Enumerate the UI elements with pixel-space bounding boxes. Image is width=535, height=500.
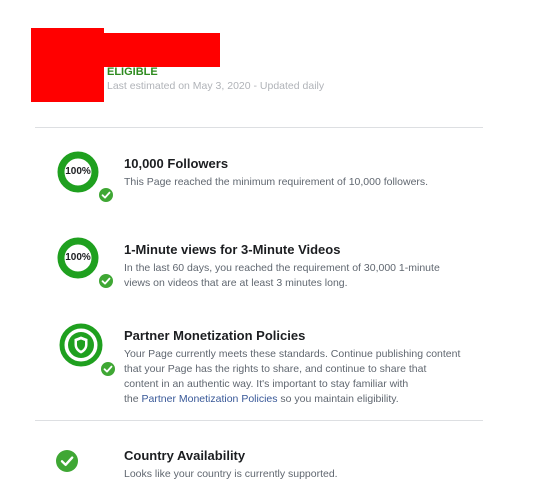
description-line: that your Page has the rights to share, … bbox=[124, 363, 427, 375]
progress-ring-video-views: 100% bbox=[56, 236, 115, 290]
requirement-title: 10,000 Followers bbox=[124, 156, 229, 171]
partner-monetization-policies-link[interactable]: Partner Monetization Policies bbox=[142, 393, 278, 405]
check-icon bbox=[56, 450, 78, 472]
policy-ring bbox=[58, 322, 117, 378]
check-icon bbox=[97, 272, 115, 290]
eligibility-status: ELIGIBLE bbox=[107, 66, 158, 78]
requirement-title: 1-Minute views for 3-Minute Videos bbox=[124, 242, 341, 257]
redacted-avatar bbox=[31, 28, 104, 102]
description-line: views on videos that are at least 3 minu… bbox=[124, 277, 348, 289]
requirement-description: Your Page currently meets these standard… bbox=[124, 347, 469, 407]
estimate-note: Last estimated on May 3, 2020 - Updated … bbox=[107, 80, 325, 92]
divider bbox=[35, 420, 483, 421]
requirement-title: Country Availability bbox=[124, 448, 246, 463]
line-suffix: so you maintain eligibility. bbox=[277, 393, 399, 405]
requirement-description: In the last 60 days, you reached the req… bbox=[124, 261, 469, 291]
description-line: In the last 60 days, you reached the req… bbox=[124, 262, 440, 274]
check-icon bbox=[99, 360, 117, 378]
progress-label: 100% bbox=[65, 166, 91, 177]
divider bbox=[35, 127, 483, 128]
description-line: Your Page currently meets these standard… bbox=[124, 348, 461, 360]
description-line: content in an authentic way. It's import… bbox=[124, 378, 409, 390]
line-prefix: the bbox=[124, 393, 142, 405]
progress-ring-followers: 100% bbox=[56, 150, 115, 204]
progress-label: 100% bbox=[65, 252, 91, 263]
requirement-title: Partner Monetization Policies bbox=[124, 328, 306, 343]
description-line: the Partner Monetization Policies so you… bbox=[124, 392, 469, 407]
redacted-page-name bbox=[104, 33, 220, 67]
requirement-description: Looks like your country is currently sup… bbox=[124, 468, 338, 480]
check-icon bbox=[97, 186, 115, 204]
requirement-description: This Page reached the minimum requiremen… bbox=[124, 176, 429, 188]
